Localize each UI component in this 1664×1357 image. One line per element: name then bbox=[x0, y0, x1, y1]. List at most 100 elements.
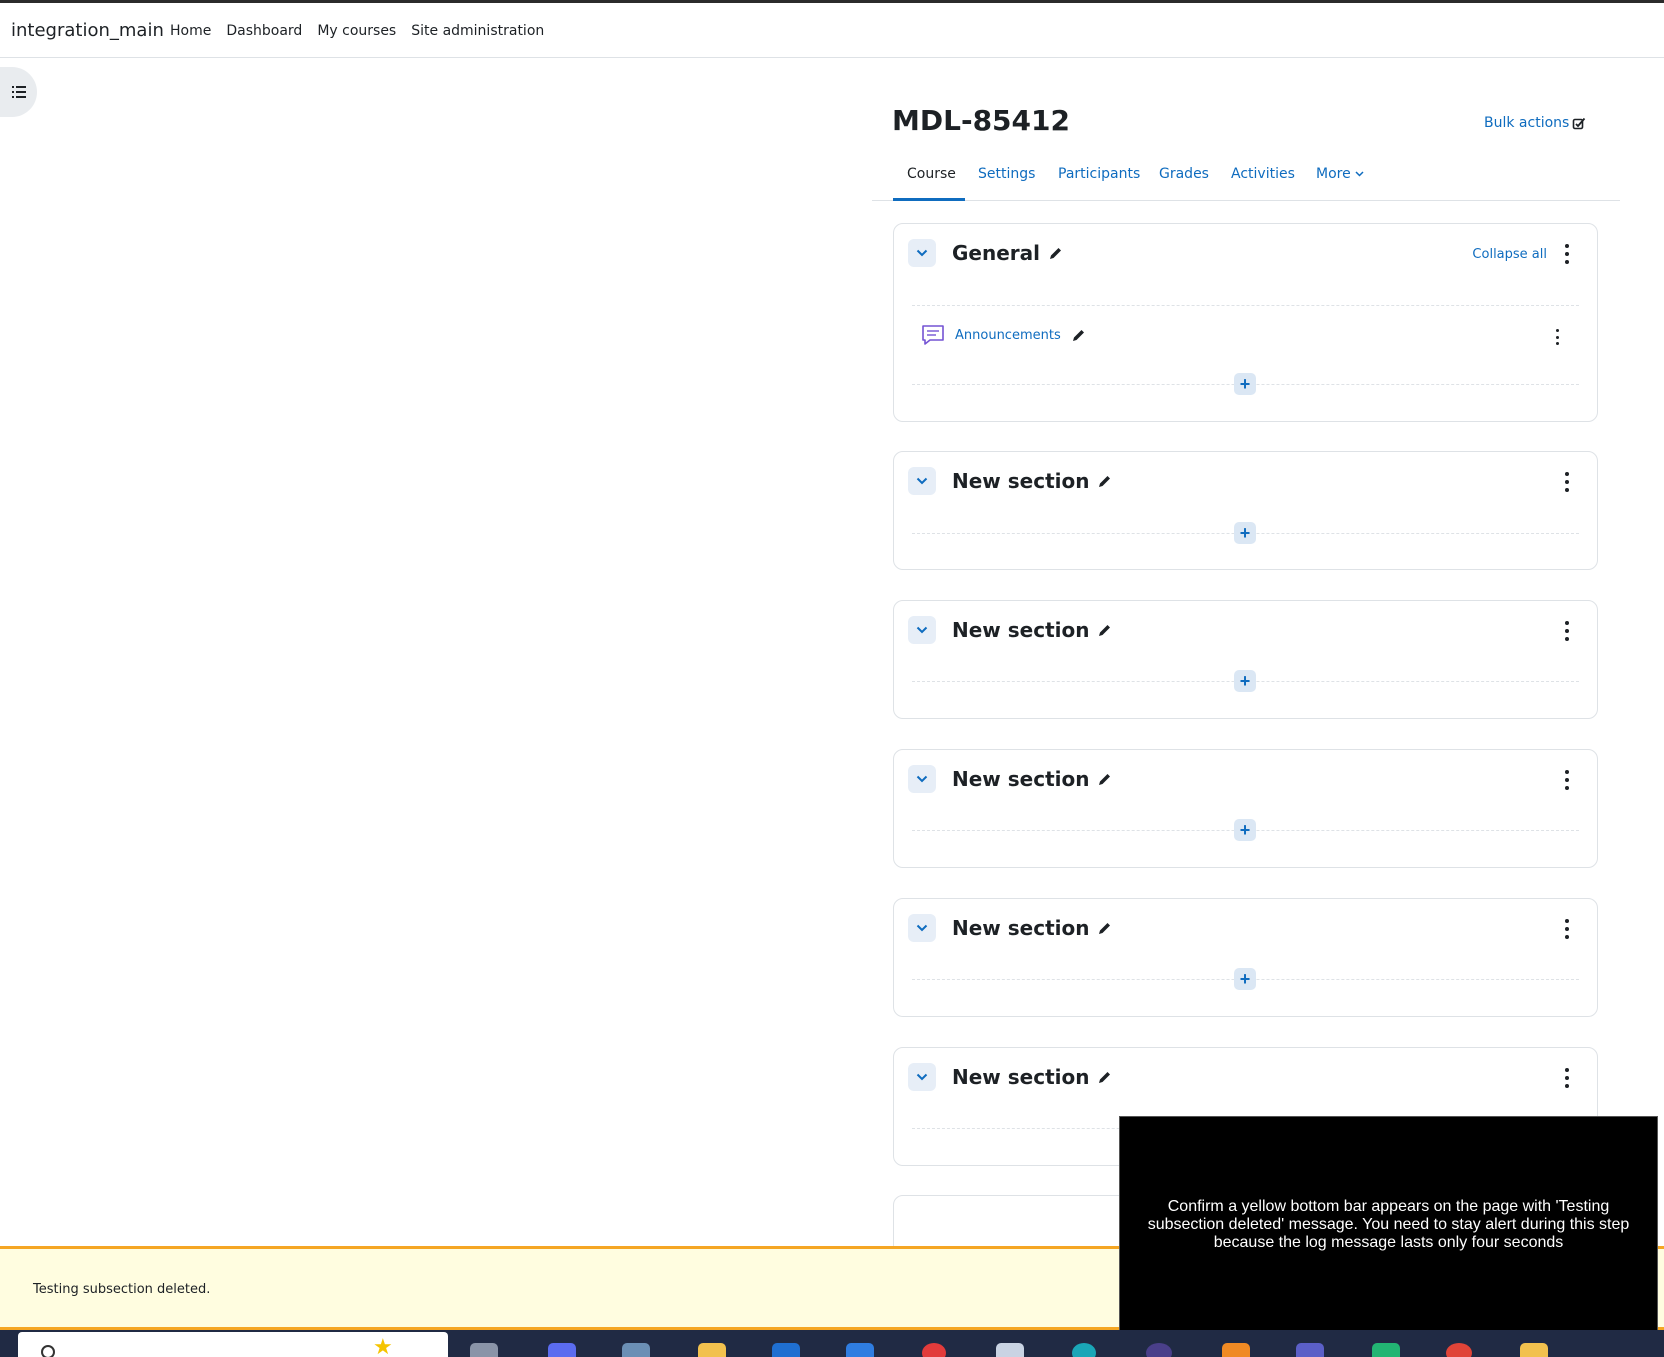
chevron-down-icon bbox=[916, 775, 928, 783]
collapse-section-button[interactable] bbox=[908, 467, 936, 495]
edge-icon[interactable] bbox=[1072, 1343, 1096, 1357]
page-title: MDL-85412 bbox=[892, 104, 1070, 137]
bulk-actions-button[interactable]: Bulk actions bbox=[1484, 115, 1586, 131]
chrome-icon[interactable] bbox=[1446, 1343, 1472, 1357]
course-section: New section + bbox=[893, 898, 1598, 1017]
section-menu-kebab-icon[interactable] bbox=[1563, 472, 1571, 492]
os-taskbar: ★ bbox=[0, 1330, 1664, 1357]
nav-home[interactable]: Home bbox=[170, 23, 211, 39]
section-name: New section bbox=[952, 618, 1090, 642]
taskbar-search-box[interactable]: ★ bbox=[18, 1332, 448, 1357]
toast-message: Testing subsection deleted. bbox=[33, 1282, 211, 1297]
tab-course[interactable]: Course bbox=[907, 166, 956, 182]
copilot-icon[interactable] bbox=[548, 1343, 576, 1357]
activity-link[interactable]: Announcements bbox=[955, 328, 1061, 343]
chevron-down-icon bbox=[916, 626, 928, 634]
section-name: New section bbox=[952, 469, 1090, 493]
top-navbar: integration_main Home Dashboard My cours… bbox=[0, 3, 1664, 58]
instruction-text: Confirm a yellow bottom bar appears on t… bbox=[1147, 1198, 1630, 1251]
pencil-icon[interactable] bbox=[1097, 1070, 1112, 1085]
divider bbox=[912, 305, 1579, 306]
pencil-icon[interactable] bbox=[1097, 474, 1112, 489]
teams-icon[interactable] bbox=[1296, 1343, 1324, 1357]
course-section: New section + bbox=[893, 749, 1598, 868]
primary-navigation: Home Dashboard My courses Site administr… bbox=[170, 23, 544, 39]
section-menu-kebab-icon[interactable] bbox=[1563, 1068, 1571, 1088]
pencil-icon[interactable] bbox=[1097, 623, 1112, 638]
app-icon[interactable] bbox=[846, 1343, 874, 1357]
section-name: New section bbox=[952, 916, 1090, 940]
course-section: New section + bbox=[893, 451, 1598, 570]
plus-icon: + bbox=[1239, 374, 1251, 394]
course-secondary-nav: Course Settings Participants Grades Acti… bbox=[872, 160, 1620, 201]
section-menu-kebab-icon[interactable] bbox=[1563, 244, 1571, 264]
plus-icon: + bbox=[1239, 523, 1251, 543]
bulk-edit-icon bbox=[1573, 117, 1586, 130]
search-icon bbox=[41, 1345, 55, 1357]
section-name: New section bbox=[952, 767, 1090, 791]
section-menu-kebab-icon[interactable] bbox=[1563, 621, 1571, 641]
chevron-down-icon bbox=[1355, 171, 1364, 177]
tab-participants[interactable]: Participants bbox=[1058, 166, 1140, 182]
list-icon bbox=[11, 86, 26, 98]
firefox-icon[interactable] bbox=[1222, 1343, 1250, 1357]
file-explorer-icon[interactable] bbox=[698, 1343, 726, 1357]
tab-more-label: More bbox=[1316, 166, 1351, 182]
pencil-icon[interactable] bbox=[1097, 772, 1112, 787]
plus-icon: + bbox=[1239, 671, 1251, 691]
section-title: New section bbox=[952, 916, 1112, 940]
collapse-section-button[interactable] bbox=[908, 239, 936, 267]
collapse-section-button[interactable] bbox=[908, 914, 936, 942]
chevron-down-icon bbox=[916, 1073, 928, 1081]
section-title: New section bbox=[952, 618, 1112, 642]
pencil-icon[interactable] bbox=[1097, 921, 1112, 936]
section-title: General bbox=[952, 241, 1063, 265]
app-icon[interactable] bbox=[1520, 1343, 1548, 1357]
section-menu-kebab-icon[interactable] bbox=[1563, 770, 1571, 790]
section-name: General bbox=[952, 241, 1040, 265]
active-tab-indicator bbox=[893, 198, 965, 201]
task-view-icon[interactable] bbox=[470, 1343, 498, 1357]
nav-site-administration[interactable]: Site administration bbox=[411, 23, 544, 39]
collapse-section-button[interactable] bbox=[908, 616, 936, 644]
add-content-button[interactable]: + bbox=[1234, 522, 1256, 544]
activity-menu-kebab-icon[interactable] bbox=[1553, 329, 1561, 345]
chevron-down-icon bbox=[916, 924, 928, 932]
section-menu-kebab-icon[interactable] bbox=[1563, 919, 1571, 939]
tab-grades[interactable]: Grades bbox=[1159, 166, 1209, 182]
collapse-all-link[interactable]: Collapse all bbox=[1472, 247, 1547, 262]
tab-activities[interactable]: Activities bbox=[1231, 166, 1295, 182]
collapse-section-button[interactable] bbox=[908, 765, 936, 793]
app-icon[interactable] bbox=[1146, 1343, 1172, 1357]
section-name: New section bbox=[952, 1065, 1090, 1089]
nav-dashboard[interactable]: Dashboard bbox=[226, 23, 302, 39]
add-content-button[interactable]: + bbox=[1234, 670, 1256, 692]
record-icon[interactable] bbox=[922, 1343, 946, 1357]
course-section-general: General Collapse all Announcements + bbox=[893, 223, 1598, 422]
add-content-button[interactable]: + bbox=[1234, 819, 1256, 841]
section-title: New section bbox=[952, 767, 1112, 791]
site-brand[interactable]: integration_main bbox=[11, 20, 164, 41]
chevron-down-icon bbox=[916, 249, 928, 257]
tab-settings[interactable]: Settings bbox=[978, 166, 1035, 182]
plus-icon: + bbox=[1239, 820, 1251, 840]
app-icon[interactable] bbox=[1372, 1343, 1400, 1357]
nav-my-courses[interactable]: My courses bbox=[317, 23, 396, 39]
collapse-section-button[interactable] bbox=[908, 1063, 936, 1091]
instruction-overlay: Confirm a yellow bottom bar appears on t… bbox=[1119, 1116, 1658, 1334]
bulk-actions-label: Bulk actions bbox=[1484, 115, 1570, 131]
course-section: New section + bbox=[893, 600, 1598, 719]
pencil-icon[interactable] bbox=[1071, 328, 1086, 343]
app-icon[interactable] bbox=[996, 1343, 1024, 1357]
plus-icon: + bbox=[1239, 969, 1251, 989]
add-content-button[interactable]: + bbox=[1234, 968, 1256, 990]
pencil-icon[interactable] bbox=[1048, 246, 1063, 261]
add-content-button[interactable]: + bbox=[1234, 373, 1256, 395]
course-index-toggle-button[interactable] bbox=[0, 67, 37, 117]
forum-icon bbox=[922, 325, 944, 345]
tab-more[interactable]: More bbox=[1316, 166, 1364, 182]
app-icon[interactable] bbox=[622, 1343, 650, 1357]
star-icon: ★ bbox=[373, 1334, 393, 1357]
section-title: New section bbox=[952, 1065, 1112, 1089]
mail-icon[interactable] bbox=[772, 1343, 800, 1357]
